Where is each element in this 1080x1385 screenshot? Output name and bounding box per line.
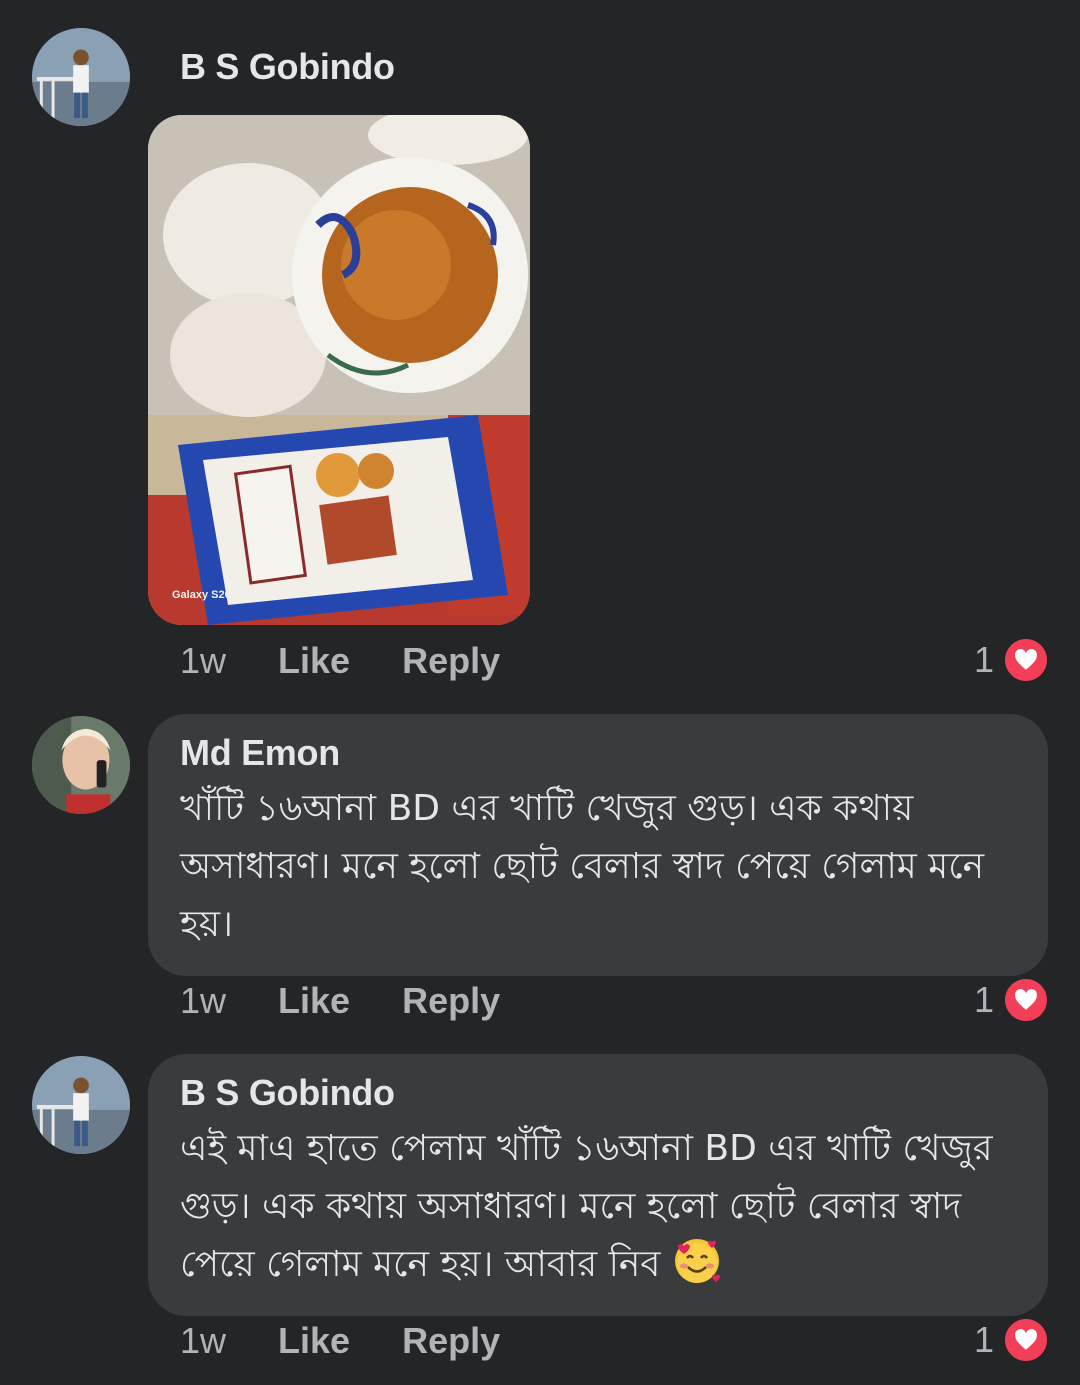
reply-button[interactable]: Reply bbox=[402, 980, 500, 1022]
heart-icon bbox=[1002, 636, 1050, 684]
comment-text: খাঁটি ১৬আনা BD এর খাটি খেজুর গুড়। এক কথ… bbox=[180, 788, 985, 945]
like-button[interactable]: Like bbox=[278, 980, 350, 1022]
comment-author[interactable]: B S Gobindo bbox=[180, 1072, 1016, 1114]
comment-text-container: এই মাএ হাতে পেলাম খাঁটি ১৬আনা BD এর খাটি… bbox=[180, 1120, 1016, 1294]
like-button[interactable]: Like bbox=[278, 640, 350, 682]
comment-time[interactable]: 1w bbox=[180, 1320, 226, 1362]
comment-author[interactable]: B S Gobindo bbox=[180, 46, 395, 88]
comment-author[interactable]: Md Emon bbox=[180, 732, 1016, 774]
reaction-summary[interactable]: 1 bbox=[974, 1316, 1050, 1364]
comment-bubble: Md Emon খাঁটি ১৬আনা BD এর খাটি খেজুর গুড… bbox=[148, 714, 1048, 976]
reaction-summary[interactable]: 1 bbox=[974, 976, 1050, 1024]
comment-actions: 1w Like Reply bbox=[180, 640, 500, 682]
comment-bubble: B S Gobindo এই মাএ হাতে পেলাম খাঁটি ১৬আন… bbox=[148, 1054, 1048, 1316]
reaction-summary[interactable]: 1 bbox=[974, 636, 1050, 684]
comment-actions: 1w Like Reply bbox=[180, 980, 500, 1022]
avatar-b-s-gobindo[interactable] bbox=[32, 28, 130, 126]
reaction-count: 1 bbox=[973, 1319, 994, 1360]
comment-photo[interactable]: Galaxy S20 Ultra 5G bbox=[148, 115, 530, 625]
like-button[interactable]: Like bbox=[278, 1320, 350, 1362]
comment-text: এই মাএ হাতে পেলাম খাঁটি ১৬আনা BD এর খাটি… bbox=[180, 1128, 993, 1285]
avatar-b-s-gobindo[interactable] bbox=[32, 1056, 130, 1154]
reaction-count: 1 bbox=[973, 639, 994, 680]
smiling-face-with-hearts-icon bbox=[672, 1236, 722, 1286]
comment-time[interactable]: 1w bbox=[180, 640, 226, 682]
reply-button[interactable]: Reply bbox=[402, 640, 500, 682]
photo-watermark: Galaxy S20 Ultra 5G bbox=[172, 589, 277, 601]
comment-actions: 1w Like Reply bbox=[180, 1320, 500, 1362]
avatar-md-emon[interactable] bbox=[32, 716, 130, 814]
heart-icon bbox=[1002, 976, 1050, 1024]
heart-icon bbox=[1002, 1316, 1050, 1364]
reaction-count: 1 bbox=[973, 979, 994, 1020]
reply-button[interactable]: Reply bbox=[402, 1320, 500, 1362]
comment-time[interactable]: 1w bbox=[180, 980, 226, 1022]
